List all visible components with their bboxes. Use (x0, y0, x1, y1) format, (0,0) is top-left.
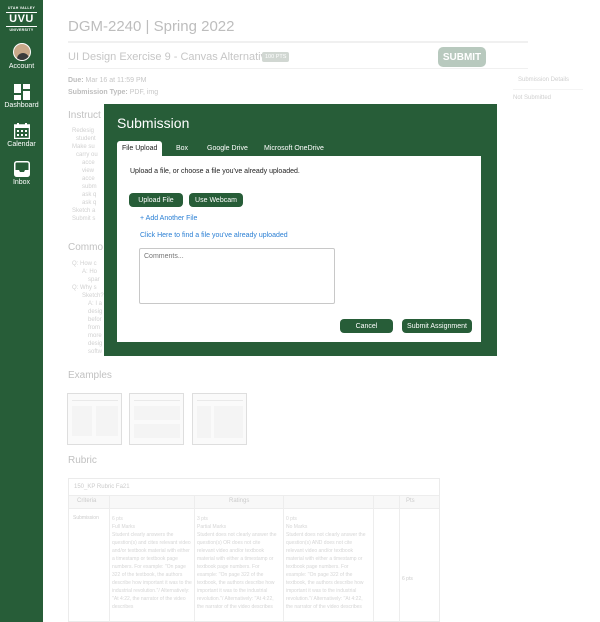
use-webcam-button[interactable]: Use Webcam (189, 193, 243, 207)
nav-item-label: Inbox (12, 179, 31, 186)
nav-item-inbox[interactable]: Inbox (0, 161, 43, 186)
nav-item-calendar[interactable]: Calendar (0, 123, 43, 148)
submit-assignment-modal-button[interactable]: Submit Assignment (402, 319, 472, 333)
tab-google-drive[interactable]: Google Drive (202, 141, 253, 156)
global-nav-sidebar: UTAH VALLEY UVU UNIVERSITY Account Dashb… (0, 0, 43, 622)
logo-bottom-text: UNIVERSITY (9, 28, 34, 32)
cancel-button[interactable]: Cancel (340, 319, 393, 333)
upload-instructions: Upload a file, or choose a file you've a… (130, 168, 300, 175)
calendar-icon (13, 123, 30, 139)
upload-file-button[interactable]: Upload File (129, 193, 183, 207)
logo-rule (6, 26, 37, 27)
inbox-icon (13, 161, 30, 177)
nav-item-dashboard[interactable]: Dashboard (0, 84, 43, 109)
logo-main-text: UVU (9, 13, 34, 25)
add-another-file-link[interactable]: + Add Another File (140, 215, 197, 222)
tab-box[interactable]: Box (171, 141, 193, 156)
nav-item-account[interactable]: Account (0, 43, 43, 70)
nav-item-label: Calendar (7, 141, 36, 148)
dashboard-icon (13, 84, 30, 100)
file-upload-panel: Upload a file, or choose a file you've a… (117, 156, 481, 342)
modal-title: Submission (117, 115, 190, 131)
avatar (12, 43, 31, 61)
uvu-logo[interactable]: UTAH VALLEY UVU UNIVERSITY (4, 6, 39, 33)
logo-top-text: UTAH VALLEY (7, 6, 36, 10)
comments-field[interactable] (139, 248, 335, 304)
nav-item-label: Account (8, 63, 35, 70)
nav-item-label: Dashboard (4, 102, 39, 109)
find-uploaded-file-link[interactable]: Click Here to find a file you've already… (140, 232, 288, 239)
tab-microsoft-onedrive[interactable]: Microsoft OneDrive (259, 141, 329, 156)
tab-file-upload[interactable]: File Upload (117, 141, 163, 156)
